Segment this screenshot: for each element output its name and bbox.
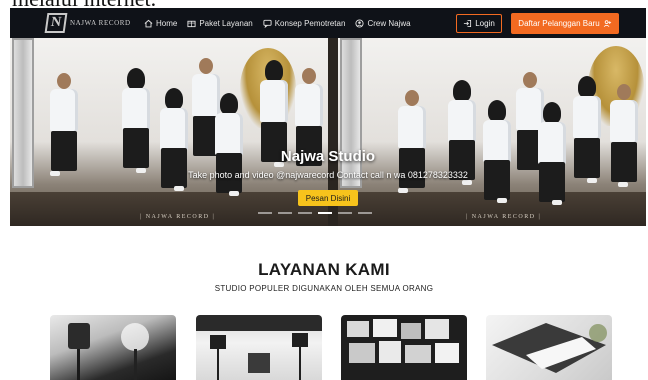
package-icon <box>187 20 196 27</box>
brand-logo[interactable]: N NAJWA RECORD <box>44 13 131 33</box>
carousel-indicator[interactable] <box>278 212 292 214</box>
hero-subtitle: Take photo and video @najwarecord Contac… <box>188 170 468 180</box>
nav-item-label: Crew Najwa <box>367 18 411 28</box>
register-label: Daftar Pelanggan Baru <box>518 19 600 28</box>
printer-image <box>492 323 607 373</box>
brand-name: NAJWA RECORD <box>70 19 131 27</box>
nav-item-label: Konsep Pemotretan <box>274 18 346 28</box>
nav-links: Home Paket Layanan Konsep Pemotretan Cre… <box>144 8 411 38</box>
user-icon <box>355 18 364 28</box>
home-icon <box>144 19 153 27</box>
login-label: Login <box>475 19 495 28</box>
nav-item-home[interactable]: Home <box>144 19 177 28</box>
pesan-disini-button[interactable]: Pesan Disini <box>298 190 358 206</box>
service-card-studio-room[interactable] <box>196 315 322 380</box>
logo-mark: N <box>44 13 68 33</box>
login-button[interactable]: Login <box>456 14 502 33</box>
hero-title: Najwa Studio <box>280 148 376 165</box>
service-card-printing[interactable] <box>486 315 612 380</box>
photo-gallery-image <box>347 319 459 363</box>
nav-item-label: Home <box>156 18 178 28</box>
service-card-photo-gallery[interactable] <box>341 315 467 380</box>
hero-carousel: | NAJWA RECORD | | NAJWA RECORD | Najwa … <box>10 38 646 226</box>
services-title: LAYANAN KAMI <box>258 260 390 279</box>
navbar: N NAJWA RECORD Home Paket Layanan Konsep… <box>10 8 646 38</box>
service-card-studio-lighting[interactable] <box>50 315 176 380</box>
studio-room-image <box>196 315 322 380</box>
nav-item-paket-layanan[interactable]: Paket Layanan <box>187 18 253 28</box>
carousel-indicator[interactable] <box>358 212 372 214</box>
services-subtitle: STUDIO POPULER DIGUNAKAN OLEH SEMUA ORAN… <box>214 284 434 293</box>
login-icon <box>464 19 472 28</box>
chat-icon <box>263 19 272 28</box>
studio-light-image <box>68 323 149 380</box>
nav-item-crew-najwa[interactable]: Crew Najwa <box>355 18 411 28</box>
carousel-indicator[interactable] <box>298 212 312 214</box>
carousel-indicator[interactable] <box>258 212 272 214</box>
carousel-indicators <box>258 212 372 214</box>
user-plus-icon <box>603 20 611 27</box>
register-button[interactable]: Daftar Pelanggan Baru <box>511 13 619 34</box>
nav-item-label: Paket Layanan <box>199 18 253 28</box>
page: melalui internet. N NAJWA RECORD Home Pa… <box>0 0 648 380</box>
nav-item-konsep-pemotretan[interactable]: Konsep Pemotretan <box>263 18 346 28</box>
carousel-indicator[interactable] <box>338 212 352 214</box>
carousel-indicator[interactable] <box>318 212 332 214</box>
